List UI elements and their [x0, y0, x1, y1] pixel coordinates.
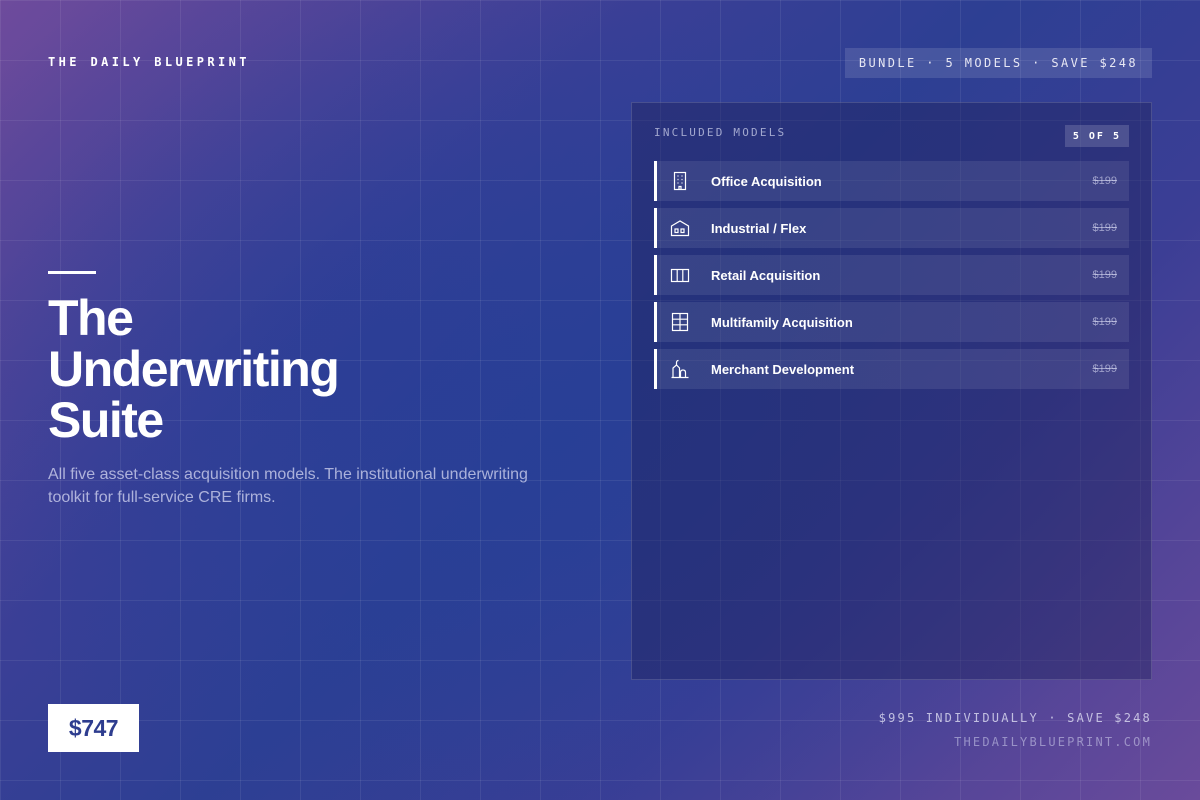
model-count-badge: 5 OF 5 [1064, 125, 1129, 147]
model-item-industrial[interactable]: Industrial / Flex $199 [654, 208, 1129, 248]
apartment-grid-icon [670, 312, 690, 332]
site-url[interactable]: THEDAILYBLUEPRINT.COM [954, 735, 1152, 749]
title-line: Suite [48, 392, 164, 448]
model-list: Office Acquisition $199 Industrial / Fle… [654, 161, 1129, 396]
model-item-retail[interactable]: Retail Acquisition $199 [654, 255, 1129, 295]
model-name: Retail Acquisition [711, 267, 821, 283]
model-name: Multifamily Acquisition [711, 314, 853, 330]
model-item-merchant-development[interactable]: Merchant Development $199 [654, 349, 1129, 389]
model-price: $199 [1092, 363, 1117, 375]
construction-crane-icon [670, 359, 690, 379]
storefront-icon [670, 265, 690, 285]
brand-wordmark: THE DAILY BLUEPRINT [48, 55, 250, 69]
warehouse-icon [670, 218, 690, 238]
title-line: The [48, 290, 134, 346]
office-building-icon [670, 171, 690, 191]
model-price: $199 [1092, 222, 1117, 234]
model-name: Merchant Development [711, 361, 855, 377]
bundle-price: $747 [48, 704, 139, 752]
title-line: Underwriting [48, 341, 340, 397]
title-accent-rule [48, 271, 96, 274]
suite-description: All five asset-class acquisition models.… [48, 466, 528, 506]
model-item-office[interactable]: Office Acquisition $199 [654, 161, 1129, 201]
page-title: The Underwriting Suite [48, 293, 568, 446]
model-price: $199 [1092, 175, 1117, 187]
panel-label: INCLUDED MODELS [654, 126, 787, 139]
included-models-panel: INCLUDED MODELS 5 OF 5 Office Acquisitio… [631, 102, 1152, 680]
model-item-multifamily[interactable]: Multifamily Acquisition $199 [654, 302, 1129, 342]
model-name: Industrial / Flex [711, 220, 807, 236]
bundle-badge: BUNDLE · 5 MODELS · SAVE $248 [844, 48, 1152, 78]
savings-note: $995 INDIVIDUALLY · SAVE $248 [878, 711, 1152, 725]
model-price: $199 [1092, 269, 1117, 281]
model-price: $199 [1092, 316, 1117, 328]
model-name: Office Acquisition [711, 173, 822, 189]
